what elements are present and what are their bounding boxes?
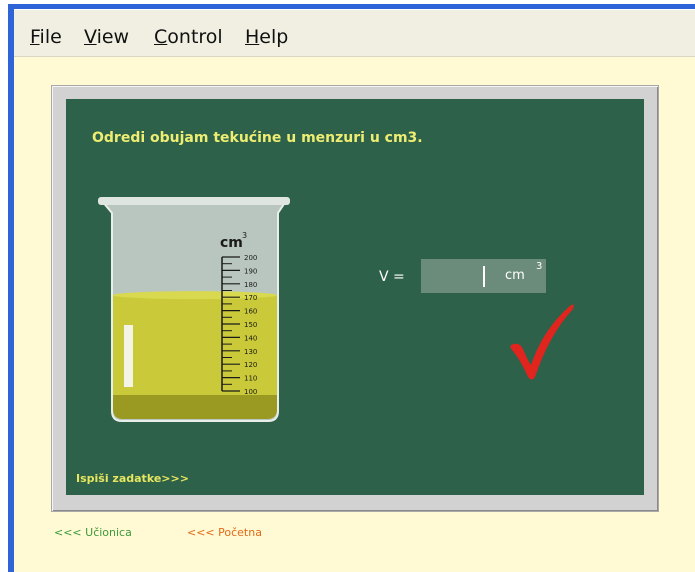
menu-help[interactable]: Help xyxy=(245,26,288,48)
window-frame-top xyxy=(0,0,695,10)
scale-label: 130 xyxy=(244,348,257,356)
window-frame-left xyxy=(0,0,14,572)
unit-box: cm 3 xyxy=(491,259,546,293)
menu-bar: File View Control Help xyxy=(14,10,695,57)
glass-reflection xyxy=(124,325,133,387)
scale-label: 120 xyxy=(244,361,257,369)
scale-label: 100 xyxy=(244,388,257,396)
scale-label: 190 xyxy=(244,267,257,275)
menu-view[interactable]: View xyxy=(84,26,129,48)
beaker-image: 200 190 180 170 160 150 140 130 120 110 100 cm 3 xyxy=(98,197,290,422)
scale-label: 110 xyxy=(244,375,257,383)
volume-label: V = xyxy=(379,269,405,285)
text-cursor xyxy=(483,266,485,287)
scale-label: 200 xyxy=(244,254,257,262)
unit-superscript: 3 xyxy=(536,261,543,272)
menu-control[interactable]: Control xyxy=(154,26,223,48)
scale-label: 150 xyxy=(244,321,257,329)
checkmark-icon xyxy=(510,304,574,380)
scale-label: 170 xyxy=(244,294,257,302)
question-text: Odredi obujam tekućine u menzuri u cm3. xyxy=(92,130,423,146)
beaker-unit-label: cm xyxy=(220,235,243,251)
home-link[interactable]: <<< Početna xyxy=(187,526,262,539)
classroom-link[interactable]: <<< Učionica xyxy=(54,526,132,539)
chalkboard: Odredi obujam tekućine u menzuri u cm3. … xyxy=(66,99,644,495)
unit-label: cm xyxy=(505,268,525,283)
menu-file[interactable]: File xyxy=(30,26,62,48)
scale-label: 140 xyxy=(244,334,257,342)
print-tasks-link[interactable]: Ispiši zadatke>>> xyxy=(76,472,189,485)
scale-label: 180 xyxy=(244,281,257,289)
volume-answer-input[interactable] xyxy=(421,259,491,293)
beaker-rim xyxy=(98,197,290,205)
liquid-sediment xyxy=(113,395,277,419)
scale-label: 160 xyxy=(244,308,257,316)
beaker-unit-sup: 3 xyxy=(242,231,247,240)
app-window: File View Control Help Odredi obujam tek… xyxy=(0,0,695,572)
